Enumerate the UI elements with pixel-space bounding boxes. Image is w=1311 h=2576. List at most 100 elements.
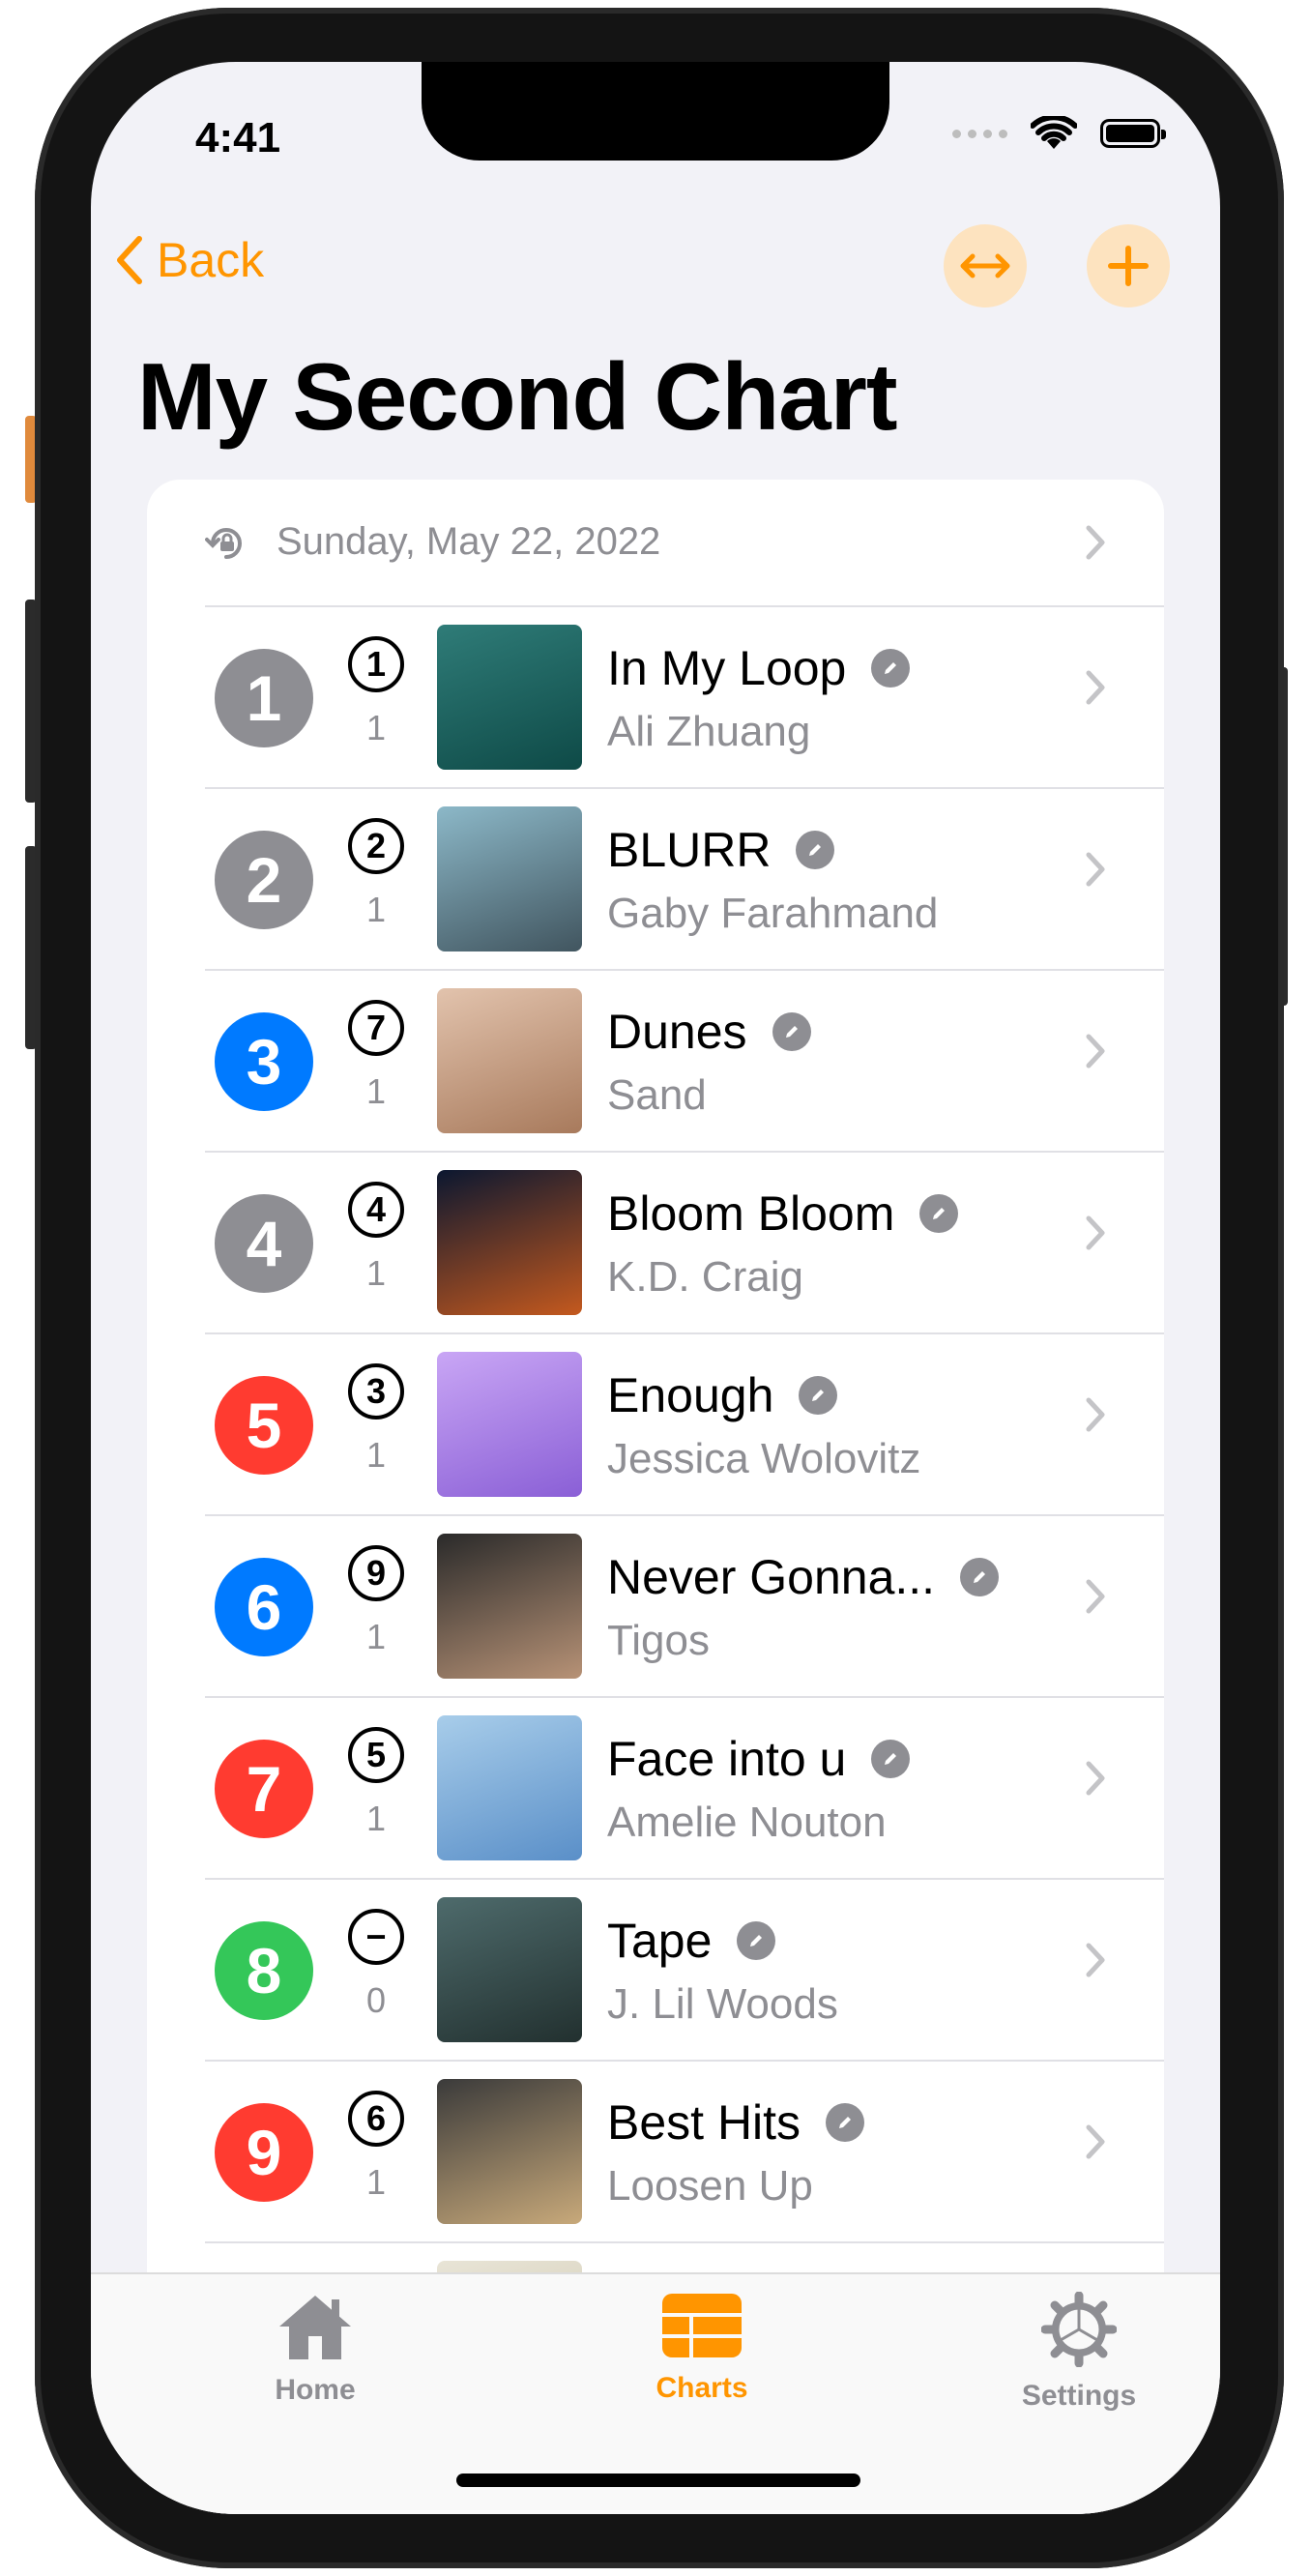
back-button[interactable]: Back bbox=[114, 232, 264, 288]
chevron-right-icon bbox=[1086, 525, 1105, 560]
album-art bbox=[437, 1715, 582, 1860]
previous-position-badge: 7 bbox=[348, 1000, 404, 1056]
chart-list: Sunday, May 22, 2022 1 1 1 In My Loop Al… bbox=[147, 480, 1164, 2514]
song-title: Bloom Bloom bbox=[607, 1186, 895, 1241]
page-title: My Second Chart bbox=[137, 343, 897, 450]
house-icon bbox=[279, 2296, 351, 2359]
add-button[interactable] bbox=[1087, 224, 1170, 307]
pencil-icon[interactable] bbox=[826, 2103, 865, 2142]
pencil-icon[interactable] bbox=[960, 1558, 1000, 1596]
pencil-icon[interactable] bbox=[796, 831, 835, 869]
previous-position-badge: 4 bbox=[348, 1182, 404, 1238]
song-title-group: Never Gonna... bbox=[607, 1549, 1000, 1605]
weeks-on-chart: 0 bbox=[365, 1980, 387, 2020]
wifi-icon bbox=[1031, 116, 1077, 149]
artist-name: Gaby Farahmand bbox=[607, 890, 939, 937]
pencil-icon[interactable] bbox=[871, 649, 911, 688]
weeks-on-chart: 1 bbox=[365, 708, 387, 747]
gear-icon bbox=[1040, 2291, 1118, 2368]
list-item[interactable]: 5 3 1 Enough Jessica Wolovitz bbox=[147, 1334, 1164, 1514]
album-art bbox=[437, 2079, 582, 2224]
previous-position-badge: 9 bbox=[348, 1545, 404, 1601]
tab-settings[interactable]: Settings bbox=[963, 2291, 1195, 2413]
pencil-icon[interactable] bbox=[772, 1012, 811, 1051]
weeks-on-chart: 1 bbox=[365, 1617, 387, 1656]
pencil-icon[interactable] bbox=[871, 1740, 911, 1778]
rank-badge: 3 bbox=[215, 1012, 313, 1111]
list-item[interactable]: 9 6 1 Best Hits Loosen Up bbox=[147, 2062, 1164, 2241]
plus-icon bbox=[1108, 246, 1149, 286]
chevron-right-icon bbox=[1086, 1397, 1105, 1432]
pencil-icon[interactable] bbox=[799, 1376, 838, 1415]
list-item[interactable]: 8 − 0 Tape J. Lil Woods bbox=[147, 1880, 1164, 2060]
chevron-right-icon bbox=[1086, 1943, 1105, 1977]
notch bbox=[422, 62, 889, 161]
rank-badge: 5 bbox=[215, 1376, 313, 1475]
battery-icon bbox=[1100, 119, 1166, 148]
tab-settings-label: Settings bbox=[1021, 2380, 1137, 2412]
rank-badge: 9 bbox=[215, 2103, 313, 2202]
list-item[interactable]: 4 4 1 Bloom Bloom K.D. Craig bbox=[147, 1153, 1164, 1332]
pencil-icon[interactable] bbox=[737, 1921, 776, 1960]
previous-position-badge: − bbox=[348, 1909, 404, 1965]
swap-button[interactable] bbox=[944, 224, 1027, 307]
chevron-right-icon bbox=[1086, 670, 1105, 705]
chevron-right-icon bbox=[1086, 1215, 1105, 1250]
rank-badge: 1 bbox=[215, 649, 313, 747]
signal-dots-icon bbox=[952, 129, 1007, 138]
album-art bbox=[437, 988, 582, 1133]
song-title-group: Dunes bbox=[607, 1004, 811, 1060]
lock-rotation-icon bbox=[205, 528, 242, 559]
chevron-right-icon bbox=[1086, 1579, 1105, 1614]
artist-name: J. Lil Woods bbox=[607, 1980, 838, 2028]
rank-badge: 7 bbox=[215, 1740, 313, 1838]
list-item[interactable]: 7 5 1 Face into u Amelie Nouton bbox=[147, 1698, 1164, 1878]
pencil-icon[interactable] bbox=[919, 1194, 959, 1233]
song-title: Never Gonna... bbox=[607, 1550, 936, 1604]
tab-home[interactable]: Home bbox=[199, 2292, 431, 2407]
arrows-left-right-icon bbox=[960, 253, 1010, 278]
chevron-right-icon bbox=[1086, 852, 1105, 887]
album-art bbox=[437, 1352, 582, 1497]
song-title-group: Bloom Bloom bbox=[607, 1186, 959, 1242]
previous-position-badge: 3 bbox=[348, 1363, 404, 1420]
chevron-right-icon bbox=[1086, 1034, 1105, 1068]
song-title: Face into u bbox=[607, 1732, 847, 1786]
weeks-on-chart: 1 bbox=[365, 890, 387, 929]
album-art bbox=[437, 1534, 582, 1679]
list-item[interactable]: 6 9 1 Never Gonna... Tigos bbox=[147, 1516, 1164, 1696]
song-title: In My Loop bbox=[607, 641, 847, 695]
artist-name: Ali Zhuang bbox=[607, 708, 811, 755]
previous-position-badge: 5 bbox=[348, 1727, 404, 1783]
status-icons bbox=[952, 116, 1166, 151]
song-title: Best Hits bbox=[607, 2095, 801, 2150]
artist-name: Amelie Nouton bbox=[607, 1799, 887, 1846]
home-indicator[interactable] bbox=[456, 2474, 860, 2487]
previous-position-badge: 1 bbox=[348, 636, 404, 692]
chart-date: Sunday, May 22, 2022 bbox=[277, 520, 661, 563]
chevron-right-icon bbox=[1086, 2124, 1105, 2159]
song-title: BLURR bbox=[607, 823, 772, 877]
previous-position-badge: 6 bbox=[348, 2091, 404, 2147]
list-item[interactable]: 3 7 1 Dunes Sand bbox=[147, 971, 1164, 1151]
phone-frame: 4:41 Back My Second Chart Sunday, May 22… bbox=[35, 8, 1284, 2568]
song-title-group: Face into u bbox=[607, 1731, 911, 1787]
song-title-group: Tape bbox=[607, 1913, 776, 1969]
album-art bbox=[437, 1170, 582, 1315]
tab-home-label: Home bbox=[275, 2374, 356, 2406]
tab-charts-label: Charts bbox=[656, 2372, 748, 2404]
weeks-on-chart: 1 bbox=[365, 1799, 387, 1838]
chevron-right-icon bbox=[1086, 1761, 1105, 1796]
list-item[interactable]: 2 2 1 BLURR Gaby Farahmand bbox=[147, 789, 1164, 969]
chart-date-row[interactable]: Sunday, May 22, 2022 bbox=[147, 480, 1164, 605]
artist-name: Tigos bbox=[607, 1617, 710, 1664]
tab-charts[interactable]: Charts bbox=[586, 2292, 818, 2405]
album-art bbox=[437, 1897, 582, 2042]
artist-name: K.D. Craig bbox=[607, 1253, 803, 1301]
artist-name: Sand bbox=[607, 1071, 707, 1119]
chevron-left-icon bbox=[117, 236, 142, 284]
list-item[interactable]: 1 1 1 In My Loop Ali Zhuang bbox=[147, 607, 1164, 787]
rank-badge: 6 bbox=[215, 1558, 313, 1656]
screen: 4:41 Back My Second Chart Sunday, May 22… bbox=[91, 62, 1220, 2514]
song-title: Enough bbox=[607, 1368, 774, 1422]
